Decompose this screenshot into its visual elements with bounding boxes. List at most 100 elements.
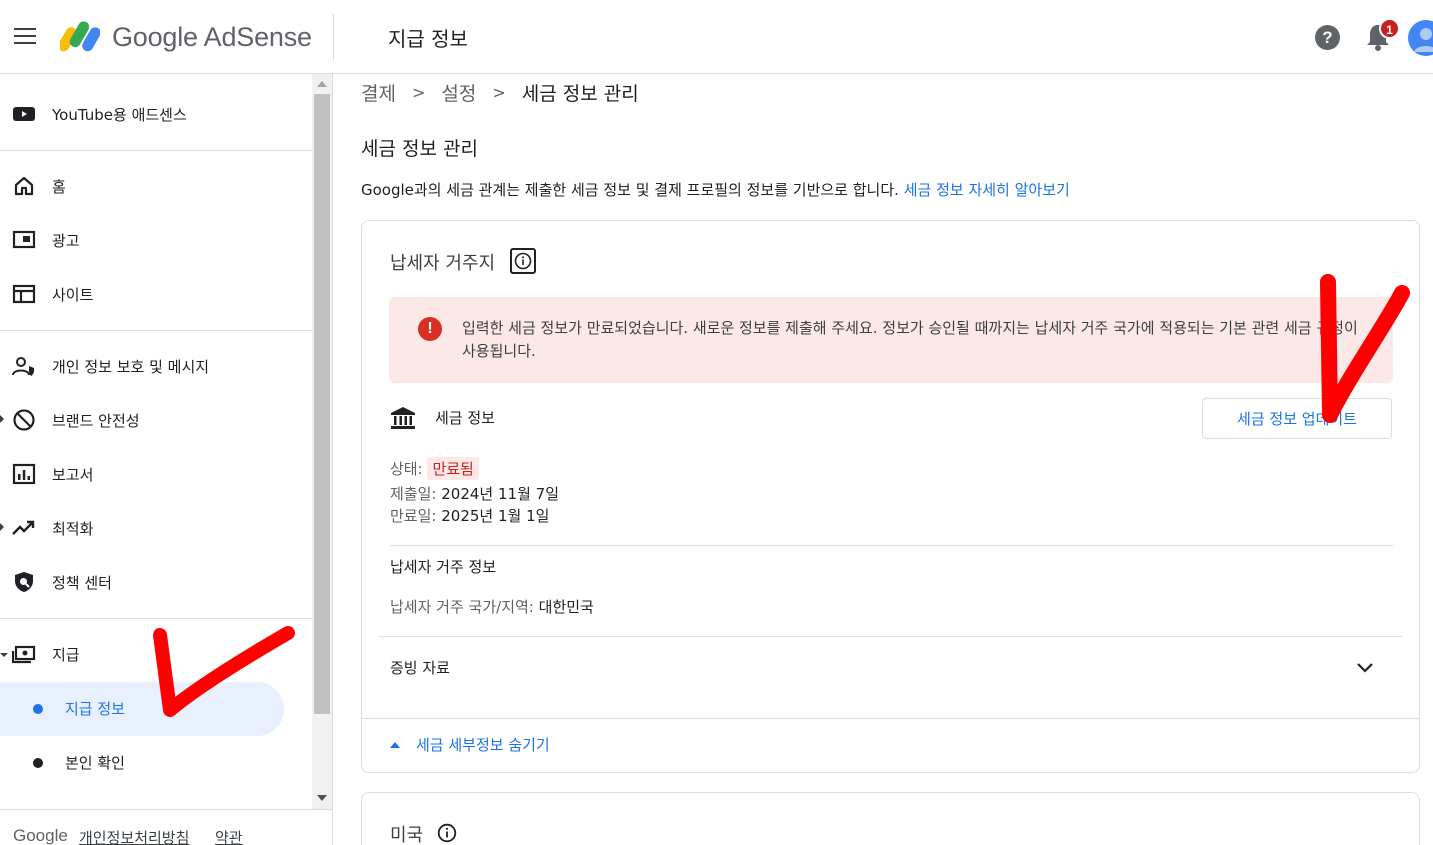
chevron-right-icon: > [411,83,426,102]
youtube-icon [13,107,35,121]
sidebar-item-label: 지급 [52,645,80,664]
scroll-down-arrow-icon[interactable] [317,795,327,801]
page-title: 지급 정보 [388,27,468,51]
sidebar-item-ads[interactable]: 광고 [0,217,312,263]
policy-shield-icon [15,572,33,592]
sidebar-item-label: 최적화 [52,519,94,538]
documents-row[interactable]: 증빙 자료 [390,657,450,678]
breadcrumb-item-settings[interactable]: 설정 [441,79,476,106]
top-app-bar: Google AdSense 지급 정보 ? 1 [0,0,1433,74]
sidebar-item-label: 사이트 [52,285,94,304]
bullet-icon [33,758,43,768]
residence-heading: 납세자 거주 정보 [390,558,497,576]
google-wordmark: Google [13,826,68,845]
sidebar-item-youtube[interactable]: YouTube용 애드센스 [0,91,312,137]
sidebar-item-brand-safety[interactable]: 브랜드 안전성 [0,397,312,443]
reports-icon [12,463,36,485]
sidebar-divider [0,330,312,331]
bullet-icon [33,704,43,714]
submitted-row: 제출일: 2024년 11월 7일 [390,483,559,504]
alert-message: 입력한 세금 정보가 만료되었습니다. 새로운 정보를 제출해 주세요. 정보가… [462,319,1358,360]
expires-key: 만료일: [390,507,437,525]
hide-details-label: 세금 세부정보 숨기기 [416,736,550,754]
residence-key: 납세자 거주 국가/지역: [390,598,534,616]
card-title: 납세자 거주지 [390,253,496,274]
section-description: Google과의 세금 관계는 제출한 세금 정보 및 결제 프로필의 정보를 … [361,179,1070,200]
tax-info-label: 세금 정보 [435,409,495,427]
sidebar-item-label: 보고서 [52,465,94,484]
divider [379,636,1402,637]
info-icon[interactable] [437,823,457,843]
sites-icon [12,284,36,304]
terms-link[interactable]: 약관 [215,827,243,845]
sidebar-item-label: 브랜드 안전성 [52,411,140,430]
privacy-person-icon [12,357,34,376]
sidebar-item-privacy[interactable]: 개인 정보 보호 및 메시지 [0,343,312,389]
avatar[interactable] [1408,20,1433,56]
menu-icon[interactable] [14,28,36,46]
sidebar-scrollbar[interactable] [312,74,332,809]
sidebar-item-payments[interactable]: 지급 [0,631,312,677]
sidebar-divider [0,618,312,619]
ads-icon [12,230,36,249]
residence-value: 대한민국 [538,598,594,616]
status-badge: 만료됨 [427,457,479,480]
sidebar-item-policy-center[interactable]: 정책 센터 [0,559,312,605]
residence-row: 납세자 거주 국가/지역: 대한민국 [390,596,594,617]
sidebar-item-reports[interactable]: 보고서 [0,451,312,497]
app-name: Google AdSense [112,22,312,52]
breadcrumb-item-current: 세금 정보 관리 [521,83,639,105]
update-tax-info-button[interactable]: 세금 정보 업데이트 [1202,398,1392,439]
scroll-up-arrow-icon[interactable] [317,81,327,87]
submitted-value: 2024년 11월 7일 [441,485,559,503]
tax-residence-card: 납세자 거주지 ! 입력한 세금 정보가 만료되었습니다. 새로운 정보를 제출… [361,220,1420,773]
expires-row: 만료일: 2025년 1월 1일 [390,505,549,526]
status-key: 상태: [390,460,423,478]
submitted-key: 제출일: [390,485,437,503]
card-title: 미국 [390,825,424,845]
sidebar-subitem-verification[interactable]: 본인 확인 [0,736,284,790]
block-icon [13,409,35,431]
sidebar-item-sites[interactable]: 사이트 [0,271,312,317]
sidebar-item-label: 정책 센터 [52,573,112,592]
breadcrumb: 결제 > 설정 > 세금 정보 관리 [361,79,639,106]
sidebar-item-label: 개인 정보 보호 및 메시지 [52,357,210,376]
notification-badge: 1 [1379,18,1400,39]
info-circle-icon [514,252,532,270]
sidebar-divider [0,150,312,151]
sidebar-item-label: 홈 [52,177,66,196]
sidebar-footer: Google 개인정보처리방침 약관 [0,809,332,845]
breadcrumb-item-billing[interactable]: 결제 [361,79,396,106]
section-title: 세금 정보 관리 [361,138,478,160]
sidebar-item-label: YouTube용 애드센스 [52,105,187,124]
privacy-policy-link[interactable]: 개인정보처리방침 [79,827,189,845]
sidebar-item-label: 광고 [52,231,80,250]
scrollbar-thumb[interactable] [314,94,330,714]
sidebar-item-optimization[interactable]: 최적화 [0,505,312,551]
sidebar-border [332,74,333,845]
triangle-up-icon [390,741,400,748]
us-tax-card: 미국 [361,792,1420,845]
expired-alert: ! 입력한 세금 정보가 만료되었습니다. 새로운 정보를 제출해 주세요. 정… [389,297,1393,383]
learn-more-link[interactable]: 세금 정보 자세히 알아보기 [904,181,1070,199]
chevron-right-icon: > [492,83,506,102]
divider [390,545,1393,546]
error-icon: ! [418,317,442,341]
sidebar-subitem-payment-info[interactable]: 지급 정보 [0,682,284,736]
sidebar: YouTube용 애드센스 홈 광고 사이트 개인 정보 보호 및 메시지 브랜… [0,74,312,809]
adsense-logo-icon [60,21,100,52]
hide-details-link[interactable]: 세금 세부정보 숨기기 [390,734,550,755]
expires-value: 2025년 1월 1일 [441,507,550,525]
info-icon[interactable] [510,248,536,274]
status-row: 상태: 만료됨 [390,457,479,480]
payments-icon [12,645,36,664]
home-icon [14,176,34,196]
trending-up-icon [12,520,35,535]
user-icon [1414,28,1433,52]
divider [362,718,1419,719]
chevron-down-icon[interactable] [1355,661,1375,675]
sidebar-item-home[interactable]: 홈 [0,163,312,209]
sidebar-subitem-label: 지급 정보 [65,700,125,718]
header-divider [333,14,334,60]
help-icon[interactable]: ? [1315,25,1340,50]
